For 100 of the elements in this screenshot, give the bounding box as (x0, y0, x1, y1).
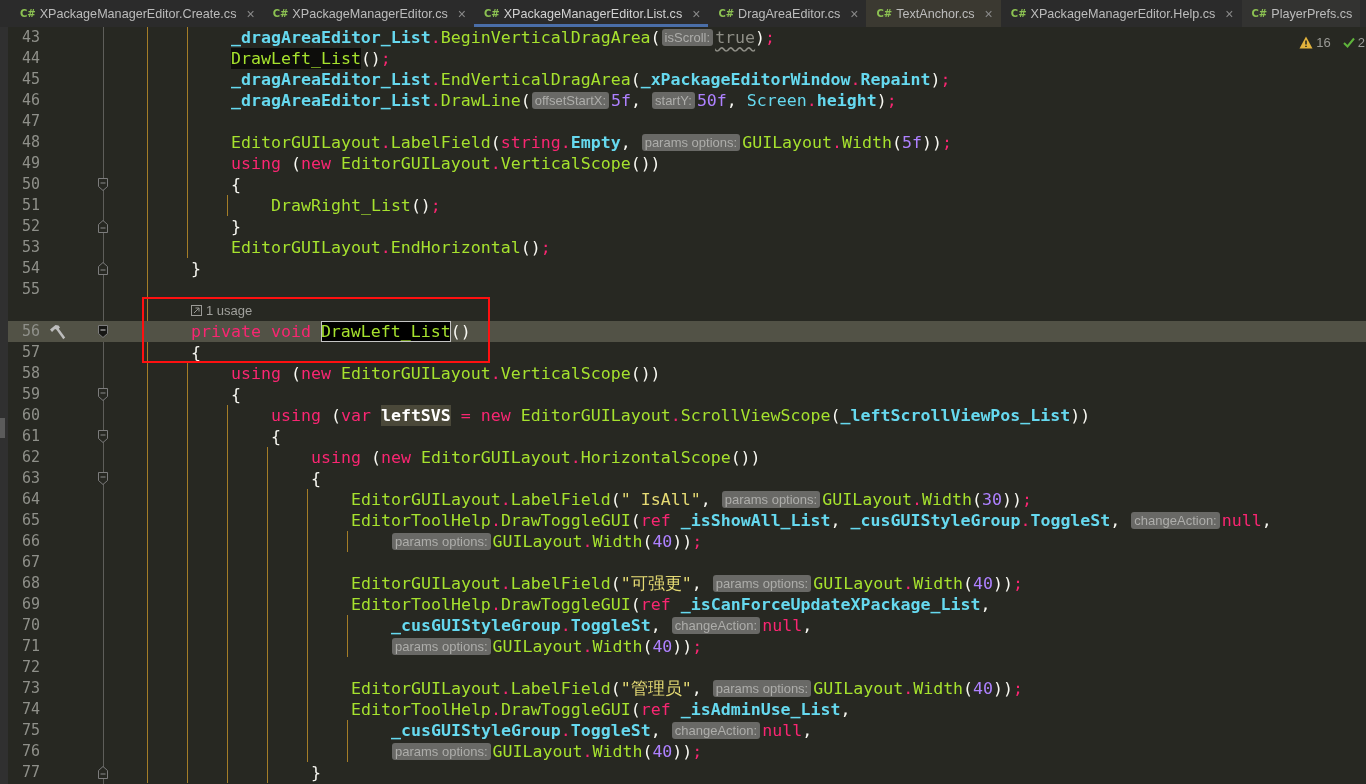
code-text: { (271, 426, 281, 447)
line-number: 59 (20, 384, 40, 405)
code-text: { (231, 174, 241, 195)
line-number: 74 (20, 699, 40, 720)
code-text: } (231, 216, 241, 237)
indent-guide (227, 195, 228, 216)
file-type-label: C# (272, 8, 289, 19)
line-number: 46 (20, 90, 40, 111)
code-text: EditorGUILayout.LabelField(" IsAll", (351, 489, 712, 510)
close-button[interactable]: × (850, 6, 859, 21)
hammer-icon[interactable] (48, 323, 66, 340)
fold-marker-icon[interactable] (98, 220, 108, 233)
line-number: 64 (20, 489, 40, 510)
parameter-hint: params options: (392, 638, 491, 655)
editor-tab[interactable]: C# TextAnchor.cs × (866, 0, 1001, 27)
line-number: 53 (20, 237, 40, 258)
code-text: GUILayout.Width(40)); (813, 678, 1024, 699)
code-text: = new EditorGUILayout.ScrollViewScope(_leftScrollViewPos_List)) (459, 405, 1091, 426)
code-text: EditorToolHelp.DrawToggleGUI(ref _isCanForceUpdateXPackage_List, (351, 594, 991, 615)
code-text: GUILayout.Width(40)); (813, 573, 1024, 594)
code-text: EditorToolHelp.DrawToggleGUI(ref _isAdminUse_List, (351, 699, 851, 720)
indent-guide (347, 531, 348, 552)
code-text: using (var (271, 405, 372, 426)
parameter-hint: changeAction: (671, 617, 761, 634)
parameter-hint: params options: (641, 134, 741, 151)
file-type-label: C# (1251, 8, 1268, 19)
fold-marker-icon[interactable] (98, 766, 108, 779)
line-number: 61 (20, 426, 40, 447)
code-text: EditorGUILayout.EndHorizontal(); (231, 237, 551, 258)
code-text: EditorGUILayout.LabelField("管理员", (351, 678, 703, 699)
code-text: GUILayout.Width(30)); (822, 489, 1033, 510)
parameter-hint: changeAction: (1131, 512, 1220, 529)
usage-link[interactable]: 1 usage (191, 300, 253, 321)
code-text: null, (762, 720, 813, 741)
parameter-hint: params options: (392, 533, 491, 550)
line-number: 54 (20, 258, 40, 279)
close-button[interactable]: × (984, 6, 993, 21)
jump-arrow-icon (191, 305, 202, 316)
code-text: } (191, 258, 201, 279)
fold-marker-icon[interactable] (98, 472, 108, 485)
code-text: null, (1221, 510, 1272, 531)
code-text: GUILayout.Width(5f)); (742, 132, 952, 153)
parameter-hint: params options: (712, 680, 812, 697)
file-type-label: C# (20, 8, 36, 19)
code-text: using (new EditorGUILayout.VerticalScope()) (231, 363, 661, 384)
line-number: 48 (20, 132, 40, 153)
line-number: 56 (20, 321, 40, 342)
check-icon[interactable] (1342, 37, 1355, 48)
close-button[interactable]: × (246, 6, 255, 21)
code-text: GUILayout.Width(40)); (492, 636, 703, 657)
file-type-label: C# (1010, 8, 1027, 19)
code-text: 50f, Screen.height); (696, 90, 897, 111)
selected-identifier: DrawLeft_List (320, 321, 451, 342)
line-number: 47 (20, 111, 40, 132)
line-number: 44 (20, 48, 40, 69)
editor-tab[interactable]: C# PlayerPrefs.cs (1241, 0, 1361, 27)
fold-marker-icon[interactable] (98, 262, 108, 275)
line-number: 43 (20, 27, 40, 48)
line-number: 51 (20, 195, 40, 216)
scrollbar-thumb[interactable] (0, 418, 5, 438)
file-type-label: C# (483, 8, 500, 19)
fold-marker-icon[interactable] (98, 430, 108, 443)
code-text: _cusGUIStyleGroup.ToggleSt, (391, 720, 662, 741)
line-number: 72 (20, 657, 40, 678)
code-text: _dragAreaEditor_List.BeginVerticalDragArea( (231, 27, 661, 48)
close-button[interactable]: × (1225, 6, 1234, 21)
code-text: { (231, 384, 241, 405)
code-text: EditorToolHelp.DrawToggleGUI(ref _isShowAll_List, _cusGUIStyleGroup.ToggleSt, (351, 510, 1122, 531)
line-number: 50 (20, 174, 40, 195)
code-text: _cusGUIStyleGroup.ToggleSt, (391, 615, 662, 636)
indent-guide (347, 615, 348, 657)
code-text: () (450, 321, 471, 342)
fold-marker-icon[interactable] (98, 178, 108, 191)
line-number: 66 (20, 531, 40, 552)
code-text: } (311, 762, 321, 783)
line-number: 75 (20, 720, 40, 741)
line-number: 60 (20, 405, 40, 426)
line-number: 71 (20, 636, 40, 657)
parameter-hint: params options: (392, 743, 491, 760)
close-button[interactable]: × (692, 6, 701, 21)
code-text: GUILayout.Width(40)); (492, 741, 703, 762)
line-number: 55 (20, 279, 40, 300)
line-number: 77 (20, 762, 40, 783)
close-button[interactable]: × (457, 6, 466, 21)
code-text: 5f, (611, 90, 643, 111)
warning-icon[interactable] (1299, 36, 1314, 49)
code-text: { (191, 342, 201, 363)
code-text: { (311, 468, 321, 489)
line-number: 63 (20, 468, 40, 489)
parameter-hint: changeAction: (671, 722, 761, 739)
line-number: 62 (20, 447, 40, 468)
code-text: DrawRight_List(); (271, 195, 441, 216)
fold-marker-icon[interactable] (98, 325, 108, 338)
code-text: using (new EditorGUILayout.VerticalScope()) (231, 153, 661, 174)
code-text: true); (715, 27, 776, 48)
code-text: (); (360, 48, 391, 69)
line-number: 57 (20, 342, 40, 363)
code-text: EditorGUILayout.LabelField(string.Empty, (231, 132, 632, 153)
parameter-hint: startY: (652, 92, 695, 109)
fold-marker-icon[interactable] (98, 388, 108, 401)
